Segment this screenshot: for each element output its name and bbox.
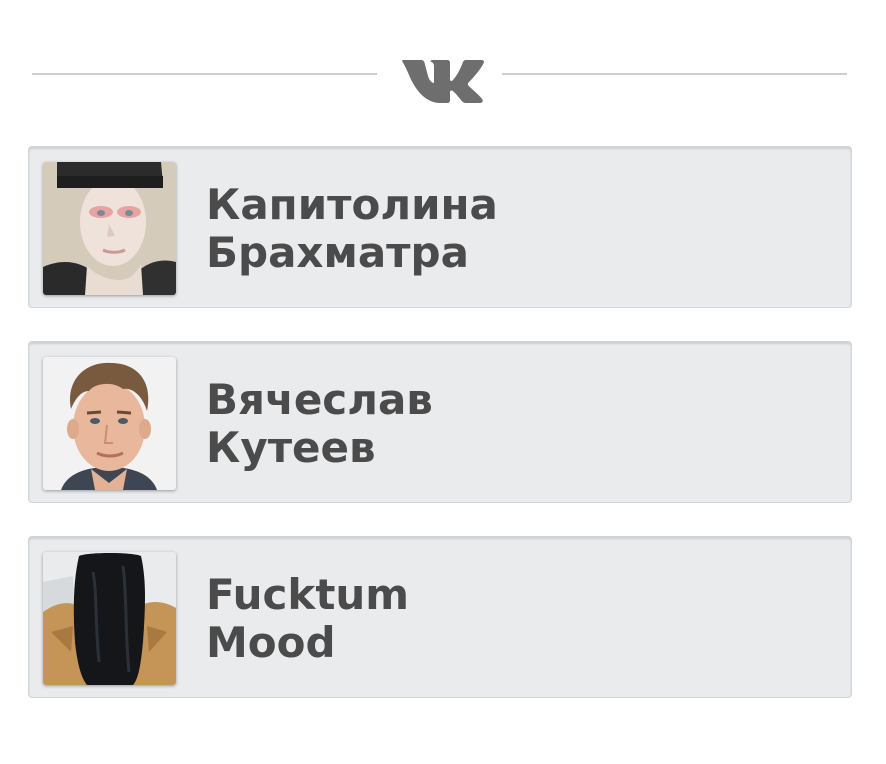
user-avatar	[43, 162, 176, 295]
friends-list: Капитолина Брахматра Вячеслав Кутеев Fuc…	[28, 146, 852, 731]
user-avatar-photo	[43, 162, 176, 295]
friend-last-name: Кутеев	[206, 423, 376, 472]
friend-first-name: Вячеслав	[206, 375, 433, 424]
user-avatar-photo	[43, 552, 176, 685]
friend-name: Вячеслав Кутеев	[206, 376, 766, 472]
friend-first-name: Капитолина	[206, 180, 498, 229]
friend-name: Fucktum Mood	[206, 571, 766, 667]
user-avatar	[43, 552, 176, 685]
header-divider-right	[502, 73, 847, 75]
header-divider-left	[32, 73, 377, 75]
vk-header	[0, 40, 886, 110]
friend-card[interactable]: Капитолина Брахматра	[28, 146, 852, 308]
vk-logo-icon[interactable]	[399, 46, 487, 104]
friend-first-name: Fucktum	[206, 570, 410, 619]
friend-last-name: Mood	[206, 618, 336, 667]
friend-card[interactable]: Вячеслав Кутеев	[28, 341, 852, 503]
friend-card[interactable]: Fucktum Mood	[28, 536, 852, 698]
user-avatar	[43, 357, 176, 490]
friend-name: Капитолина Брахматра	[206, 181, 766, 277]
user-avatar-photo	[43, 357, 176, 490]
friend-last-name: Брахматра	[206, 228, 469, 277]
